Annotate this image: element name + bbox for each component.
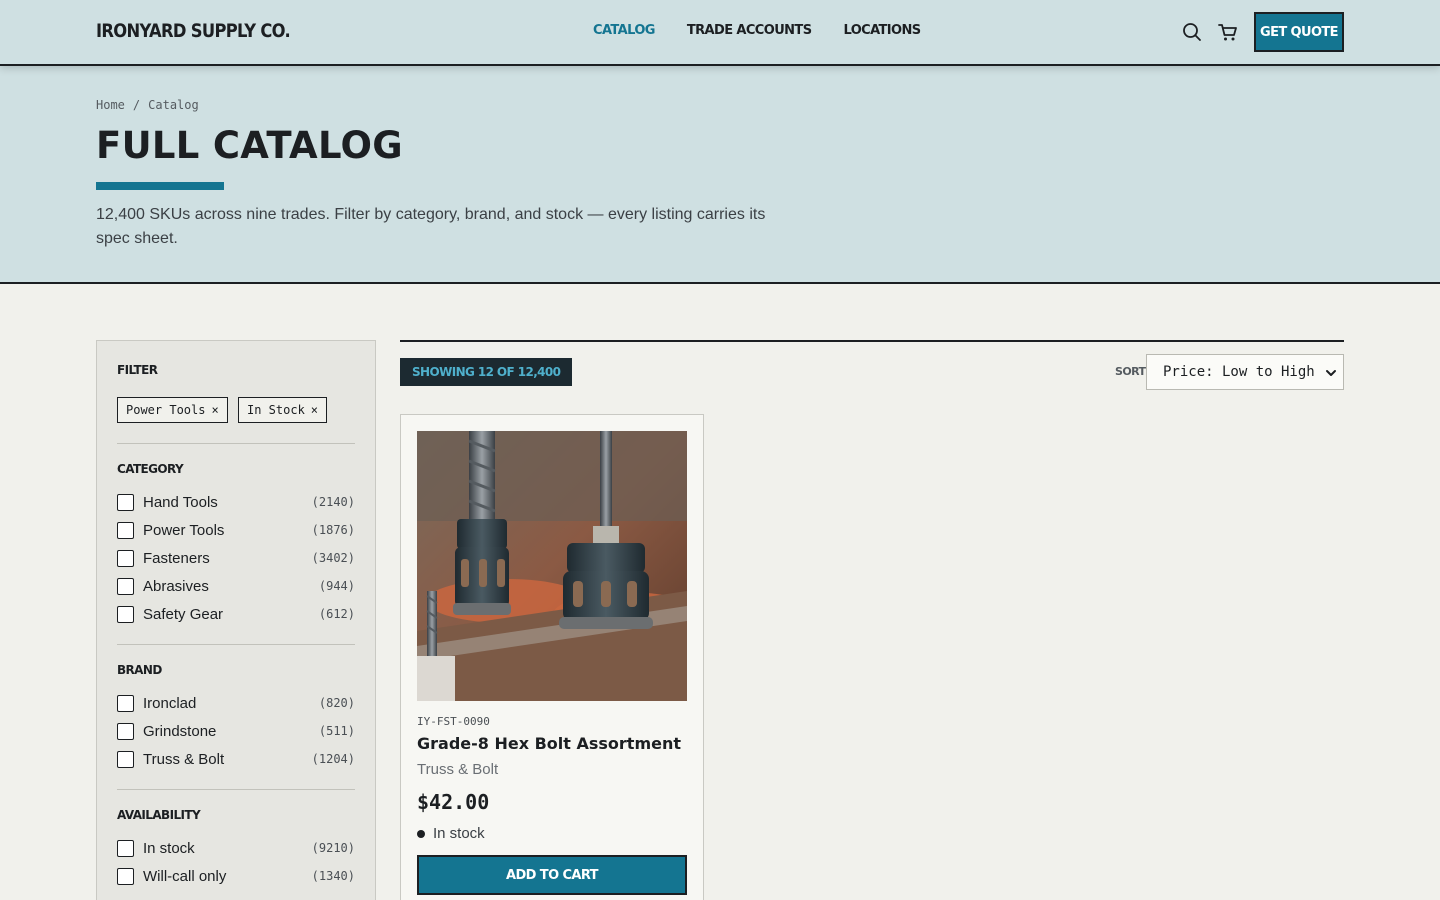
filter-option-truss-and-bolt[interactable]: Truss & Bolt (1204) <box>117 749 355 769</box>
page-hero: Home / Catalog FULL CATALOG 12,400 SKUs … <box>0 66 1440 284</box>
nav-item-trade-accounts[interactable]: TRADE ACCOUNTS <box>687 23 812 38</box>
option-label: Power Tools <box>143 521 225 539</box>
stock-label: In stock <box>433 825 485 842</box>
filter-option-abrasives[interactable]: Abrasives (944) <box>117 576 355 596</box>
option-label: Truss & Bolt <box>143 750 225 768</box>
checkbox[interactable] <box>117 521 134 539</box>
close-icon[interactable]: × <box>211 403 218 417</box>
product-card: IY-FST-0090 Grade-8 Hex Bolt Assortment … <box>400 414 704 900</box>
active-filter-chip[interactable]: Power Tools × <box>117 397 228 423</box>
product-image[interactable] <box>417 431 687 701</box>
option-label: Fasteners <box>143 549 210 567</box>
checkbox[interactable] <box>117 867 134 885</box>
site-header: IRONYARD SUPPLY CO. CATALOG TRADE ACCOUN… <box>0 0 1440 66</box>
option-count: (9210) <box>311 841 355 855</box>
option-count: (944) <box>318 579 355 593</box>
stock-dot-icon <box>417 829 425 838</box>
chevron-down-icon <box>1325 367 1337 383</box>
option-label: Ironclad <box>143 694 197 712</box>
search-icon[interactable] <box>1181 21 1203 43</box>
option-label: Will-call only <box>143 867 227 885</box>
option-count: (2140) <box>311 495 355 509</box>
option-label: In stock <box>143 839 195 857</box>
get-quote-button[interactable]: GET QUOTE <box>1254 12 1344 52</box>
filter-option-safety-gear[interactable]: Safety Gear (612) <box>117 604 355 624</box>
brand-heading: BRAND <box>117 663 162 677</box>
nav-item-locations[interactable]: LOCATIONS <box>843 23 921 38</box>
filter-option-in-stock[interactable]: In stock (9210) <box>117 838 355 858</box>
sort-select[interactable]: Price: Low to High <box>1146 354 1344 390</box>
add-to-cart-button[interactable]: ADD TO CART <box>417 855 687 895</box>
checkbox[interactable] <box>117 722 134 740</box>
close-icon[interactable]: × <box>311 403 318 417</box>
stock-status: In stock <box>417 825 485 842</box>
checkbox[interactable] <box>117 839 134 857</box>
option-count: (1340) <box>311 869 355 883</box>
option-count: (511) <box>318 724 355 738</box>
option-count: (1876) <box>311 523 355 537</box>
filter-heading: FILTER <box>117 363 158 377</box>
filter-option-power-tools[interactable]: Power Tools (1876) <box>117 520 355 540</box>
availability-heading: AVAILABILITY <box>117 808 201 822</box>
sort-label: SORT <box>1115 365 1146 378</box>
divider <box>117 644 355 645</box>
product-sku: IY-FST-0090 <box>417 715 490 728</box>
breadcrumb-current: Catalog <box>148 98 199 112</box>
divider <box>117 443 355 444</box>
checkbox[interactable] <box>117 493 134 511</box>
checkbox[interactable] <box>117 577 134 595</box>
filter-option-fasteners[interactable]: Fasteners (3402) <box>117 548 355 568</box>
filter-sidebar: FILTER Power Tools × In Stock × CATEGORY… <box>96 340 376 900</box>
checkbox[interactable] <box>117 694 134 712</box>
breadcrumb: Home / Catalog <box>96 98 199 112</box>
product-name[interactable]: Grade-8 Hex Bolt Assortment <box>417 734 681 753</box>
main-nav: CATALOG TRADE ACCOUNTS LOCATIONS <box>593 23 921 38</box>
option-label: Safety Gear <box>143 605 224 623</box>
results-top-rule <box>400 340 1344 342</box>
checkbox[interactable] <box>117 605 134 623</box>
filter-option-grindstone[interactable]: Grindstone (511) <box>117 721 355 741</box>
cart-icon[interactable] <box>1217 21 1239 43</box>
site-logo[interactable]: IRONYARD SUPPLY CO. <box>96 20 291 42</box>
product-brand: Truss & Bolt <box>417 761 499 778</box>
sort-select-value: Price: Low to High <box>1163 364 1315 380</box>
option-count: (820) <box>318 696 355 710</box>
option-label: Grindstone <box>143 722 217 740</box>
option-count: (612) <box>318 607 355 621</box>
results-count-badge: SHOWING 12 OF 12,400 <box>400 358 573 386</box>
chip-label: In Stock <box>247 403 305 417</box>
product-price: $42.00 <box>417 790 490 814</box>
option-count: (1204) <box>311 752 355 766</box>
checkbox[interactable] <box>117 549 134 567</box>
option-label: Hand Tools <box>143 493 218 511</box>
divider <box>117 789 355 790</box>
title-underline <box>96 182 224 190</box>
active-filter-chip[interactable]: In Stock × <box>238 397 328 423</box>
category-heading: CATEGORY <box>117 462 184 476</box>
breadcrumb-home[interactable]: Home <box>96 98 125 112</box>
chip-label: Power Tools <box>126 403 206 417</box>
page-title: FULL CATALOG <box>96 124 403 167</box>
option-count: (3402) <box>311 551 355 565</box>
filter-option-hand-tools[interactable]: Hand Tools (2140) <box>117 492 355 512</box>
filter-option-will-call-only[interactable]: Will-call only (1340) <box>117 866 355 886</box>
filter-option-ironclad[interactable]: Ironclad (820) <box>117 693 355 713</box>
page-description: 12,400 SKUs across nine trades. Filter b… <box>96 206 766 247</box>
nav-item-catalog[interactable]: CATALOG <box>593 23 655 38</box>
checkbox[interactable] <box>117 750 134 768</box>
option-label: Abrasives <box>143 577 209 595</box>
breadcrumb-separator: / <box>132 98 141 112</box>
